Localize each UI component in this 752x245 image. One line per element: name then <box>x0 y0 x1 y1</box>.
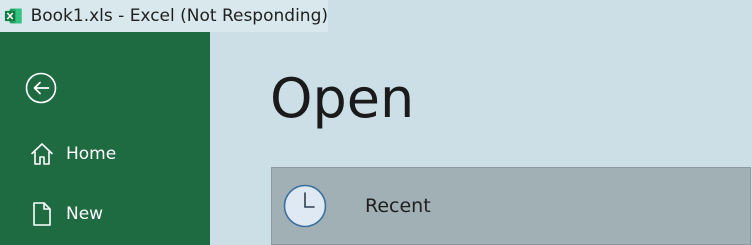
clock-icon <box>283 184 327 228</box>
back-arrow-icon <box>25 72 57 104</box>
window-title: Book1.xls - Excel (Not Responding) <box>30 6 328 26</box>
page-title: Open <box>270 67 415 130</box>
sidebar-item-home[interactable]: Home <box>0 132 210 176</box>
sidebar-item-new[interactable]: New <box>0 192 210 236</box>
back-button[interactable] <box>25 72 57 104</box>
sidebar-item-label: Home <box>66 144 117 164</box>
backstage-sidebar: Home New <box>0 32 210 245</box>
excel-icon <box>4 8 22 24</box>
home-icon <box>31 143 53 165</box>
title-bar: Book1.xls - Excel (Not Responding) <box>0 0 328 32</box>
open-location-recent[interactable]: Recent <box>271 167 751 245</box>
open-location-label: Recent <box>365 195 431 217</box>
sidebar-item-label: New <box>66 204 104 224</box>
new-document-icon <box>33 202 51 226</box>
